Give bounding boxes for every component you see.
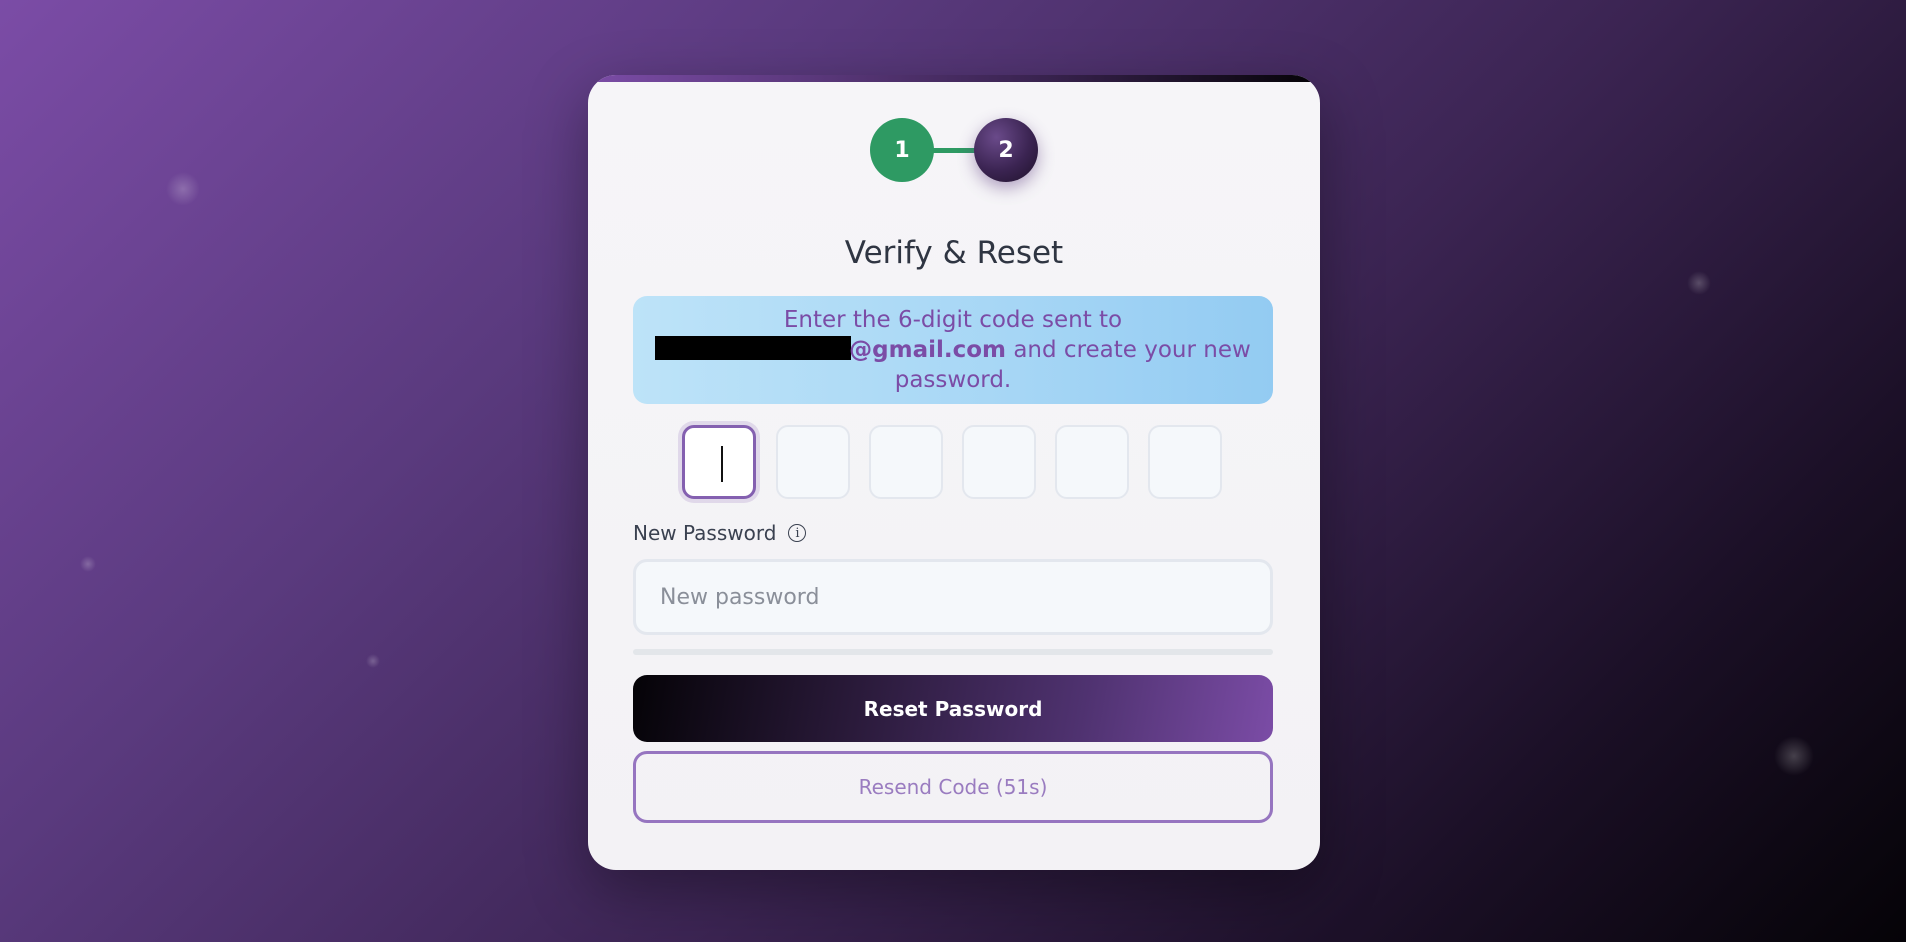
step-2-badge: 2 bbox=[974, 118, 1038, 182]
background-sparkle bbox=[166, 172, 200, 206]
otp-digit-5[interactable] bbox=[1055, 425, 1129, 499]
reset-password-button[interactable]: Reset Password bbox=[633, 675, 1273, 742]
page-title: Verify & Reset bbox=[844, 235, 1064, 271]
new-password-label-text: New Password bbox=[633, 521, 777, 545]
background-sparkle bbox=[80, 556, 96, 572]
step-connector bbox=[931, 148, 977, 153]
new-password-input[interactable] bbox=[633, 559, 1273, 635]
info-line-1: Enter the 6-digit code sent to bbox=[783, 307, 1123, 333]
step-1-badge: 1 bbox=[870, 118, 934, 182]
background-sparkle bbox=[1774, 736, 1814, 776]
background-sparkle bbox=[1687, 271, 1711, 295]
card-accent-bar bbox=[588, 75, 1320, 82]
email-domain: @gmail.com bbox=[849, 337, 1007, 363]
info-line-3: password. bbox=[894, 367, 1012, 393]
new-password-label: New Password i bbox=[633, 521, 807, 545]
info-message: Enter the 6-digit code sent to @gmail.co… bbox=[633, 296, 1273, 404]
background-sparkle bbox=[366, 654, 380, 668]
step-indicator: 1 2 bbox=[588, 118, 1320, 184]
otp-digit-1[interactable] bbox=[682, 425, 756, 499]
resend-code-button[interactable]: Resend Code (51s) bbox=[633, 751, 1273, 823]
info-line-2: @gmail.com and create your new bbox=[633, 335, 1273, 365]
otp-digit-2[interactable] bbox=[776, 425, 850, 499]
otp-digit-3[interactable] bbox=[869, 425, 943, 499]
info-line-2-rest: and create your new bbox=[1006, 337, 1251, 363]
text-caret bbox=[721, 446, 723, 482]
redacted-email-local-part bbox=[655, 336, 852, 360]
info-icon[interactable]: i bbox=[788, 524, 807, 542]
otp-digit-4[interactable] bbox=[962, 425, 1036, 499]
otp-digit-6[interactable] bbox=[1148, 425, 1222, 499]
password-strength-bar bbox=[633, 649, 1273, 655]
reset-password-card: 1 2 Verify & Reset Enter the 6-digit cod… bbox=[588, 75, 1320, 870]
